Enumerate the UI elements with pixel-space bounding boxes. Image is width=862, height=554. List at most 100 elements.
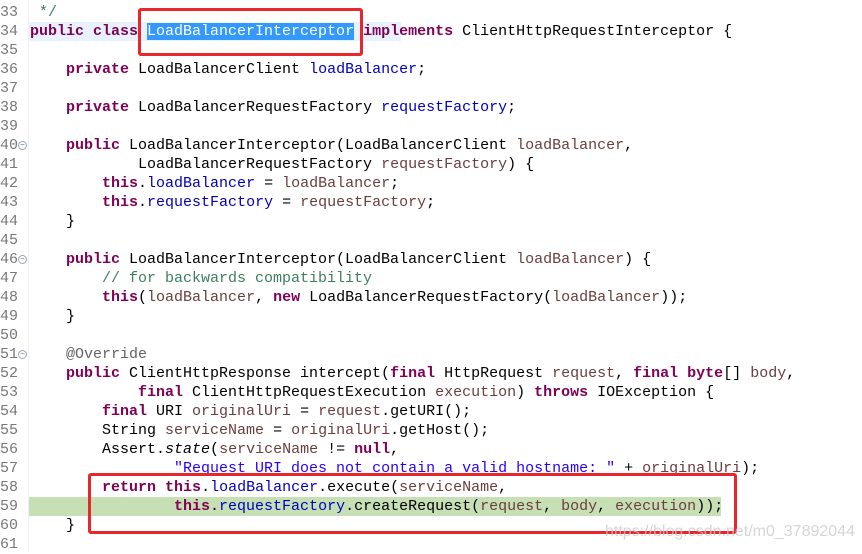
- code-line[interactable]: 54 final URI originalUri = request.getUR…: [0, 402, 862, 421]
- line-number: 54: [0, 403, 19, 420]
- line-number: 50: [0, 327, 19, 344]
- code-token: LoadBalancerRequestFactory: [30, 156, 382, 173]
- code-line[interactable]: 40− public LoadBalancerInterceptor(LoadB…: [0, 136, 862, 155]
- code-line[interactable]: 51− @Override: [0, 345, 862, 364]
- code-line[interactable]: 35: [0, 41, 862, 60]
- code-token: loadBalancer: [147, 175, 256, 192]
- code-token: final: [30, 384, 184, 401]
- code-token: .: [138, 175, 148, 192]
- code-line[interactable]: 43 this.requestFactory = requestFactory;: [0, 193, 862, 212]
- code-token: LoadBalancerRequestFactory(: [300, 289, 553, 306]
- line-number: 48: [0, 289, 19, 306]
- code-line[interactable]: 48 this(loadBalancer, new LoadBalancerRe…: [0, 288, 862, 307]
- line-number: 51: [0, 346, 19, 363]
- code-token: request: [318, 403, 382, 420]
- code-token: .getHost();: [390, 422, 490, 439]
- code-token: serviceName: [219, 441, 319, 458]
- code-text: this(loadBalancer, new LoadBalancerReque…: [30, 288, 687, 307]
- line-number: 36: [0, 61, 19, 78]
- line-number: 35: [0, 42, 19, 59]
- code-token: state: [165, 441, 211, 458]
- code-token: =: [255, 175, 283, 192]
- code-line[interactable]: 37: [0, 79, 862, 98]
- code-line[interactable]: 55 String serviceName = originalUri.getH…: [0, 421, 862, 440]
- code-token: LoadBalancerInterceptor(LoadBalancerClie…: [120, 137, 517, 154]
- code-line[interactable]: 52 public ClientHttpResponse intercept(f…: [0, 364, 862, 383]
- line-number: 61: [0, 536, 19, 553]
- code-token: =: [291, 403, 319, 420]
- code-line[interactable]: 42 this.loadBalancer = loadBalancer;: [0, 174, 862, 193]
- line-number: 52: [0, 365, 19, 382]
- code-line[interactable]: 45: [0, 231, 862, 250]
- code-token: (: [210, 441, 220, 458]
- code-line[interactable]: 33 */: [0, 3, 862, 22]
- code-line[interactable]: 50: [0, 326, 862, 345]
- code-token: ));: [660, 289, 688, 306]
- code-token: ): [516, 384, 535, 401]
- code-token: requestFactory: [300, 194, 427, 211]
- code-token: loadBalancer: [282, 175, 391, 192]
- code-token: request: [552, 365, 616, 382]
- code-token: String: [30, 422, 166, 439]
- code-token: this: [30, 175, 139, 192]
- code-token: loadBalancer: [516, 137, 625, 154]
- line-number: 44: [0, 213, 19, 230]
- code-token: execution: [435, 384, 517, 401]
- line-number: 53: [0, 384, 19, 401]
- code-token: byte: [687, 365, 724, 382]
- code-line[interactable]: 47 // for backwards compatibility: [0, 269, 862, 288]
- code-text: final ClientHttpRequestExecution executi…: [30, 383, 714, 402]
- code-token: public: [30, 251, 121, 268]
- line-number: 41: [0, 156, 19, 173]
- code-line[interactable]: 36 private LoadBalancerClient loadBalanc…: [0, 60, 862, 79]
- code-token: );: [741, 460, 760, 477]
- code-token: new: [273, 289, 301, 306]
- annotation-box-class-name: [138, 8, 363, 56]
- code-token: ;: [426, 194, 436, 211]
- line-number: 43: [0, 194, 19, 211]
- code-token: throws: [534, 384, 589, 401]
- code-token: @Override: [30, 346, 148, 363]
- code-token: originalUri: [192, 403, 292, 420]
- code-line[interactable]: 56 Assert.state(serviceName != null,: [0, 440, 862, 459]
- code-token: loadBalancer: [516, 251, 625, 268]
- code-text: public LoadBalancerInterceptor(LoadBalan…: [30, 250, 651, 269]
- line-number: 60: [0, 517, 19, 534]
- code-line[interactable]: 38 private LoadBalancerRequestFactory re…: [0, 98, 862, 117]
- code-line[interactable]: 39: [0, 117, 862, 136]
- line-number: 58: [0, 479, 19, 496]
- code-token: ,: [255, 289, 274, 306]
- code-editor[interactable]: 33 */34 public class LoadBalancerIntercep…: [0, 3, 862, 554]
- line-number: 46: [0, 251, 19, 268]
- code-line[interactable]: 49 }: [0, 307, 862, 326]
- code-text: // for backwards compatibility: [30, 269, 372, 288]
- code-text: Assert.state(serviceName != null,: [30, 440, 399, 459]
- code-token: // for backwards compatibility: [30, 270, 373, 287]
- code-line[interactable]: 34 public class LoadBalancerInterceptor i…: [0, 22, 862, 41]
- code-text: }: [30, 212, 75, 231]
- code-token: public: [30, 365, 121, 382]
- code-token: serviceName: [165, 422, 265, 439]
- code-token: !=: [318, 441, 355, 458]
- code-token: LoadBalancerInterceptor(LoadBalancerClie…: [120, 251, 517, 268]
- fold-collapse-icon[interactable]: −: [18, 350, 27, 359]
- code-text: this.loadBalancer = loadBalancer;: [30, 174, 399, 193]
- code-text: private LoadBalancerRequestFactory reque…: [30, 98, 516, 117]
- code-line[interactable]: 44 }: [0, 212, 862, 231]
- code-line[interactable]: 41 LoadBalancerRequestFactory requestFac…: [0, 155, 862, 174]
- line-number: 47: [0, 270, 19, 287]
- code-token: implements: [363, 23, 454, 40]
- code-line[interactable]: 46− public LoadBalancerInterceptor(LoadB…: [0, 250, 862, 269]
- line-number: 40: [0, 137, 19, 154]
- code-token: final: [633, 365, 679, 382]
- code-token: ClientHttpRequestInterceptor {: [453, 23, 733, 40]
- fold-collapse-icon[interactable]: −: [18, 255, 27, 264]
- code-text: this.requestFactory = requestFactory;: [30, 193, 435, 212]
- code-token: requestFactory: [381, 156, 508, 173]
- fold-collapse-icon[interactable]: −: [18, 141, 27, 150]
- code-token: LoadBalancerRequestFactory: [129, 99, 382, 116]
- code-token: HttpRequest: [435, 365, 553, 382]
- code-line[interactable]: 53 final ClientHttpRequestExecution exec…: [0, 383, 862, 402]
- code-text: String serviceName = originalUri.getHost…: [30, 421, 489, 440]
